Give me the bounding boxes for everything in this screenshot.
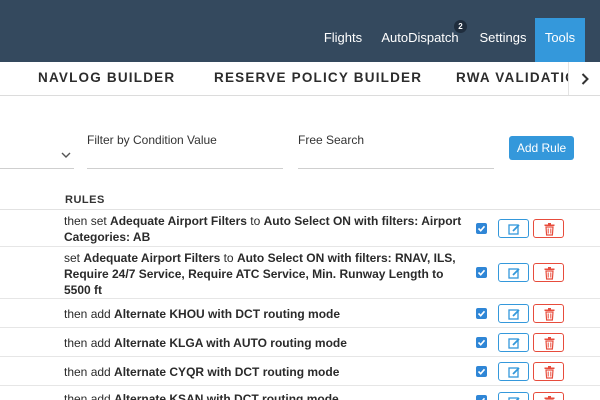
nav-tools[interactable]: Tools xyxy=(535,18,585,62)
edit-icon xyxy=(508,397,520,400)
trash-icon xyxy=(544,396,555,400)
checkmark-icon xyxy=(477,368,486,375)
free-search-input[interactable] xyxy=(298,168,494,169)
delete-rule-button[interactable] xyxy=(533,333,564,352)
edit-icon xyxy=(508,224,520,235)
delete-rule-button[interactable] xyxy=(533,362,564,381)
rule-enabled-checkbox[interactable] xyxy=(476,267,487,278)
edit-rule-button[interactable] xyxy=(498,263,529,282)
rule-text: then add Alternate KHOU with DCT routing… xyxy=(64,307,341,321)
checkmark-icon xyxy=(477,339,486,346)
nav-autodispatch[interactable]: AutoDispatch xyxy=(374,18,466,62)
condition-value-input[interactable] xyxy=(87,168,283,169)
nav-settings[interactable]: Settings xyxy=(472,18,534,62)
edit-rule-button[interactable] xyxy=(498,304,529,323)
tab-navlog-builder[interactable]: NAVLOG BUILDER xyxy=(38,62,175,95)
edit-rule-button[interactable] xyxy=(498,362,529,381)
nav-flights[interactable]: Flights xyxy=(316,18,370,62)
chevron-down-icon[interactable] xyxy=(60,150,72,160)
tabs-scroll-right-button[interactable] xyxy=(568,62,600,95)
edit-rule-button[interactable] xyxy=(498,219,529,238)
rule-row: then add Alternate KSAN with DCT routing… xyxy=(0,386,600,400)
checkmark-icon xyxy=(477,310,486,317)
delete-rule-button[interactable] xyxy=(533,304,564,323)
rule-enabled-checkbox[interactable] xyxy=(476,337,487,348)
delete-rule-button[interactable] xyxy=(533,263,564,282)
tool-tabs: NAVLOG BUILDER RESERVE POLICY BUILDER RW… xyxy=(0,62,600,96)
rule-row: then add Alternate CYQR with DCT routing… xyxy=(0,357,600,386)
rule-row: then add Alternate KLGA with AUTO routin… xyxy=(0,328,600,357)
checkmark-icon xyxy=(479,397,486,400)
rule-text: then add Alternate KSAN with DCT routing… xyxy=(64,392,339,400)
trash-icon xyxy=(544,366,555,379)
add-rule-button[interactable]: Add Rule xyxy=(509,136,574,160)
rule-row: then set Adequate Airport Filters to Aut… xyxy=(0,210,600,247)
checkmark-icon xyxy=(477,225,486,232)
condition-value-label: Filter by Condition Value xyxy=(87,133,217,147)
edit-icon xyxy=(508,309,520,320)
chevron-right-icon xyxy=(581,73,589,85)
trash-icon xyxy=(544,223,555,236)
checkmark-icon xyxy=(477,269,486,276)
edit-icon xyxy=(508,268,520,279)
rule-text: then set Adequate Airport Filters to Aut… xyxy=(64,214,462,244)
edit-icon xyxy=(508,367,520,378)
edit-rule-button[interactable] xyxy=(498,392,529,400)
rule-text: set Adequate Airport Filters to Auto Sel… xyxy=(64,251,456,297)
tab-reserve-policy-builder[interactable]: RESERVE POLICY BUILDER xyxy=(214,62,422,95)
top-navbar: Flights AutoDispatch 2 Settings Tools xyxy=(0,0,600,62)
trash-icon xyxy=(544,308,555,321)
edit-rule-button[interactable] xyxy=(498,333,529,352)
rule-enabled-checkbox[interactable] xyxy=(476,308,487,319)
rule-enabled-checkbox[interactable] xyxy=(476,395,487,400)
trash-icon xyxy=(544,267,555,280)
autodispatch-badge: 2 xyxy=(454,20,467,33)
delete-rule-button[interactable] xyxy=(533,392,564,400)
rule-text: then add Alternate KLGA with AUTO routin… xyxy=(64,336,347,350)
rule-enabled-checkbox[interactable] xyxy=(476,223,487,234)
rule-text: then add Alternate CYQR with DCT routing… xyxy=(64,365,340,379)
delete-rule-button[interactable] xyxy=(533,219,564,238)
tab-rwa-validation[interactable]: RWA VALIDATIO xyxy=(456,62,568,95)
free-search-label: Free Search xyxy=(298,133,365,147)
condition-select[interactable] xyxy=(0,168,74,169)
rule-row: then add Alternate KHOU with DCT routing… xyxy=(0,299,600,328)
trash-icon xyxy=(544,337,555,350)
rules-column-header: RULES xyxy=(65,194,105,206)
rule-row: set Adequate Airport Filters to Auto Sel… xyxy=(0,247,600,299)
edit-icon xyxy=(508,338,520,349)
rule-enabled-checkbox[interactable] xyxy=(476,366,487,377)
